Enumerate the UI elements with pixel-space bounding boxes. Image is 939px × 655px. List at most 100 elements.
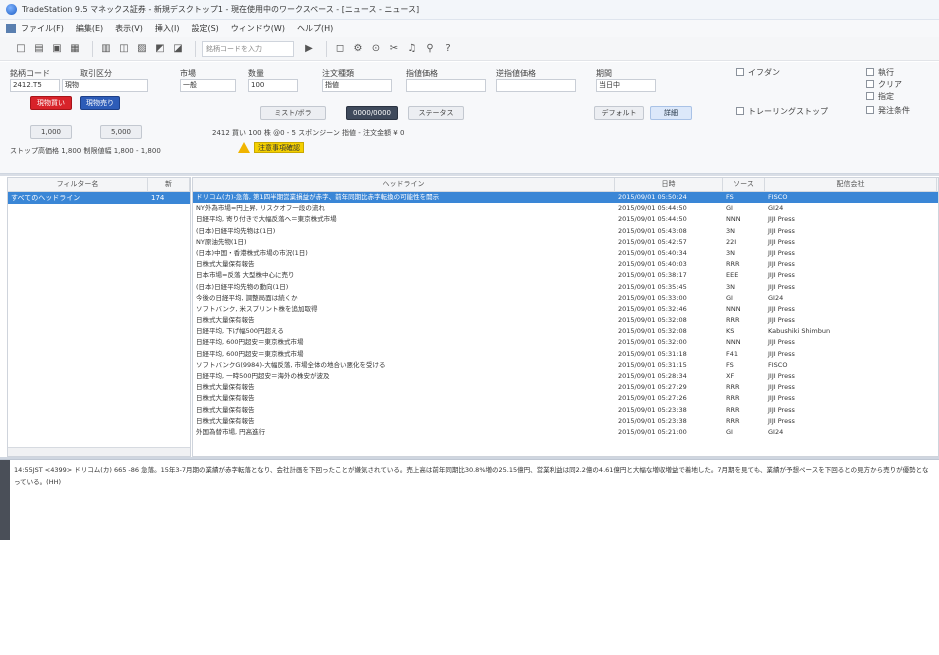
tools-icon[interactable]: ✂ <box>387 42 401 56</box>
workspace-icon[interactable] <box>6 24 16 33</box>
alert-icon[interactable]: ♫ <box>405 42 419 56</box>
right-check-3[interactable] <box>866 92 874 100</box>
tick-button-1[interactable]: 1,000 <box>30 125 72 139</box>
news-row[interactable]: (日本)日経平均先物の動向(1日) 2015/09/01 05:35:45 3N JI… <box>193 282 938 293</box>
story-pane: 14:55JST <4399> ドリコム(カ) 665 -86 急落。15年3-… <box>0 459 939 655</box>
right-check-2[interactable] <box>866 80 874 88</box>
filter-row-count: 174 <box>151 194 165 202</box>
filter-name-header[interactable]: フィルター名 <box>8 178 148 191</box>
menu-file[interactable]: ファイル(F) <box>21 23 64 34</box>
news-distributor-cell: JIJI Press <box>768 248 795 257</box>
preset-button[interactable]: ミスト/ボラ <box>260 106 326 120</box>
menu-window[interactable]: ウィンドウ(W) <box>231 23 285 34</box>
news-row[interactable]: 日経平均, 下げ幅500円超える 2015/09/01 05:32:08 KS Kab… <box>193 326 938 337</box>
radar-icon[interactable]: ◫ <box>117 42 131 56</box>
menu-edit[interactable]: 編集(E) <box>76 23 103 34</box>
trigger-field[interactable] <box>496 79 576 92</box>
news-row[interactable]: 日株式大量保有報告 2015/09/01 05:27:26 RRR JIJI Pres… <box>193 393 938 404</box>
news-date-cell: 2015/09/01 05:40:03 <box>618 260 687 269</box>
news-row[interactable]: 日経平均, 600円超安＝東京株式市場 2015/09/01 05:32:00 NN… <box>193 337 938 348</box>
filter-horizontal-scrollbar[interactable] <box>8 447 190 456</box>
default-button[interactable]: デフォルト <box>594 106 644 120</box>
right-check-1[interactable] <box>866 68 874 76</box>
order-type-field[interactable]: 指値 <box>322 79 392 92</box>
news-row[interactable]: (日本)中国・香港株式市場の市況(1日) 2015/09/01 05:40:34 3… <box>193 248 938 259</box>
buy-button[interactable]: 現物買い <box>30 96 72 110</box>
news-row[interactable]: 日株式大量保有報告 2015/09/01 05:32:08 RRR JIJI Pres… <box>193 315 938 326</box>
source-column-header[interactable]: ソース <box>723 178 765 191</box>
menu-settings[interactable]: 設定(S) <box>191 23 218 34</box>
news-row[interactable]: 日株式大量保有報告 2015/09/01 05:27:29 RRR JIJI Pres… <box>193 382 938 393</box>
distributor-column-header[interactable]: 配信会社 <box>765 178 937 191</box>
news-headline-cell: ドリコム(カ)-急落, 第1四半期営業損益が赤字、前年同期比赤字転換の可能性を開… <box>196 193 440 201</box>
binoculars-icon[interactable]: ⚲ <box>423 42 437 56</box>
news-distributor-cell: JIJI Press <box>768 316 795 325</box>
news-row[interactable]: 外国為替市場, 円高進行 2015/09/01 05:21:00 GI GI24 <box>193 427 938 438</box>
news-row[interactable]: 日経平均, 寄り付きで大幅反落へ＝東京株式市場 2015/09/01 05:44:… <box>193 214 938 225</box>
news-distributor-cell: FISCO <box>768 360 788 369</box>
market-field[interactable]: 一般 <box>180 79 236 92</box>
save-icon[interactable]: ▣ <box>50 42 64 56</box>
news-source-cell: RRR <box>726 405 740 414</box>
symbol-input[interactable]: 銘柄コードを入力 <box>202 40 294 57</box>
news-distributor-cell: GI24 <box>768 204 784 213</box>
news-headline-cell: (日本)日経平均先物は(1日) <box>196 226 276 235</box>
status-button[interactable]: ステータス <box>408 106 464 120</box>
menu-view[interactable]: 表示(V) <box>115 23 143 34</box>
news-icon[interactable]: ◪ <box>171 42 185 56</box>
link-icon[interactable]: ⊙ <box>369 42 383 56</box>
news-distributor-cell: JIJI Press <box>768 271 795 280</box>
news-row[interactable]: 今後の日経平均, 調整局面は続くか 2015/09/01 05:33:00 GI GI… <box>193 293 938 304</box>
label-period: 期間 <box>596 69 612 78</box>
menu-insert[interactable]: 挿入(I) <box>155 23 180 34</box>
news-row[interactable]: 日株式大量保有報告 2015/09/01 05:23:38 RRR JIJI Pres… <box>193 405 938 416</box>
menu-help[interactable]: ヘルプ(H) <box>297 23 333 34</box>
qty-field[interactable]: 100 <box>248 79 298 92</box>
price-field[interactable] <box>406 79 486 92</box>
news-row[interactable]: 日株式大量保有報告 2015/09/01 05:40:03 RRR JIJI Pres… <box>193 259 938 270</box>
right-check-4-label: 発注条件 <box>878 106 910 115</box>
matrix-icon[interactable]: ▨ <box>135 42 149 56</box>
trailing-stop-checkbox[interactable] <box>736 107 744 115</box>
news-row[interactable]: 日経平均, 600円超安＝東京株式市場 2015/09/01 05:31:18 F4… <box>193 349 938 360</box>
detail-button[interactable]: 詳細 <box>650 106 692 120</box>
account-field[interactable]: 現物 <box>62 79 148 92</box>
sell-button[interactable]: 現物売り <box>80 96 120 110</box>
right-check-1-label: 執行 <box>878 68 894 77</box>
date-column-header[interactable]: 日時 <box>615 178 723 191</box>
filter-row-all[interactable]: すべてのヘッドライン 174 <box>8 192 190 204</box>
news-row[interactable]: NY原油先物(1日) 2015/09/01 05:42:57 22I JIJI Pre… <box>193 237 938 248</box>
print-icon[interactable]: ▦ <box>68 42 82 56</box>
period-field[interactable]: 当日中 <box>596 79 656 92</box>
news-row[interactable]: 日経平均, 一時500円超安＝海外の株安が波及 2015/09/01 05:28:… <box>193 371 938 382</box>
news-source-cell: RRR <box>726 383 740 392</box>
news-distributor-cell: JIJI Press <box>768 394 795 403</box>
story-side-tab[interactable] <box>0 460 10 540</box>
dark-button[interactable]: 0000/0000 <box>346 106 398 120</box>
headline-column-header[interactable]: ヘッドライン <box>193 178 615 191</box>
news-date-cell: 2015/09/01 05:44:50 <box>618 215 687 224</box>
help-icon[interactable]: ? <box>441 42 455 56</box>
tick-button-2[interactable]: 5,000 <box>100 125 142 139</box>
news-source-cell: GI <box>726 204 733 213</box>
filter-count-header[interactable]: 新 <box>148 178 190 191</box>
notice-badge[interactable]: 注意事項確認 <box>254 142 304 153</box>
news-row[interactable]: NY外為市場=円上昇, リスクオフ一段の流れ 2015/09/01 05:44:5… <box>193 203 938 214</box>
news-row[interactable]: (日本)日経平均先物は(1日) 2015/09/01 05:43:08 3N JIJI… <box>193 226 938 237</box>
open-icon[interactable]: ▤ <box>32 42 46 56</box>
news-row[interactable]: ドリコム(カ)-急落, 第1四半期営業損益が赤字、前年同期比赤字転換の可能性を開… <box>193 192 938 204</box>
news-row[interactable]: 日株式大量保有報告 2015/09/01 05:23:38 RRR JIJI Pres… <box>193 416 938 427</box>
news-source-cell: 3N <box>726 282 735 291</box>
news-row[interactable]: ソフトバンク, 米スプリント株を追加取得 2015/09/01 05:32:46 N… <box>193 304 938 315</box>
right-check-4[interactable] <box>866 106 874 114</box>
symbol-field[interactable]: 2412.T5 <box>10 79 60 92</box>
new-icon[interactable]: □ <box>14 42 28 56</box>
ifdone-checkbox[interactable] <box>736 68 744 76</box>
go-icon[interactable]: ▶ <box>302 42 316 56</box>
window-icon[interactable]: ◻ <box>333 42 347 56</box>
order-icon[interactable]: ◩ <box>153 42 167 56</box>
settings-icon[interactable]: ⚙ <box>351 42 365 56</box>
news-row[interactable]: ソフトバンクG(9984)-大幅反落, 市場全体の地合い悪化を受ける 2015/0… <box>193 360 938 371</box>
chart-icon[interactable]: ▥ <box>99 42 113 56</box>
news-row[interactable]: 日本市場=反落 大型株中心に売り 2015/09/01 05:38:17 EEE JI… <box>193 270 938 281</box>
